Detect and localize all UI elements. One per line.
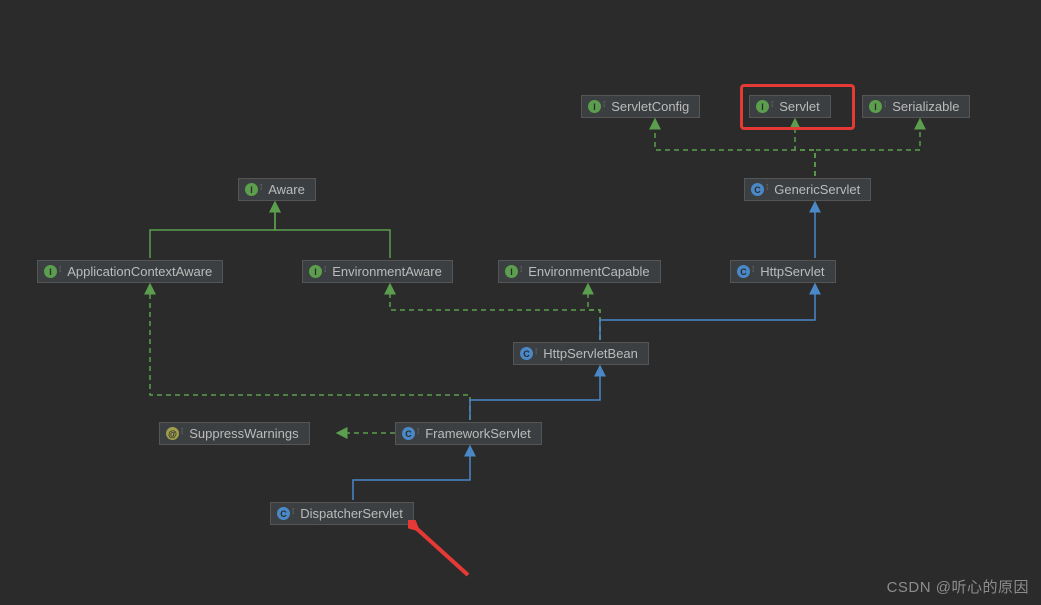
class-icon: C⁞ [277, 507, 294, 520]
node-suppresswarnings[interactable]: @⁞ SuppressWarnings [159, 422, 310, 445]
watermark: CSDN @听心的原因 [887, 576, 1029, 597]
node-frameworkservlet[interactable]: C⁞ FrameworkServlet [395, 422, 542, 445]
node-aware[interactable]: I⁞ Aware [238, 178, 316, 201]
connector-layer [0, 0, 1041, 605]
node-environmentaware[interactable]: I⁞ EnvironmentAware [302, 260, 453, 283]
node-environmentcapable[interactable]: I⁞ EnvironmentCapable [498, 260, 661, 283]
node-dispatcherservlet[interactable]: C⁞ DispatcherServlet [270, 502, 414, 525]
interface-icon: I⁞ [505, 265, 522, 278]
class-icon: C⁞ [520, 347, 537, 360]
node-label: SuppressWarnings [189, 426, 298, 441]
class-icon: C⁞ [402, 427, 419, 440]
highlight-servlet [740, 84, 855, 130]
class-icon: C⁞ [737, 265, 754, 278]
node-label: ApplicationContextAware [67, 264, 212, 279]
interface-icon: I⁞ [869, 100, 886, 113]
node-servletconfig[interactable]: I⁞ ServletConfig [581, 95, 700, 118]
node-genericservlet[interactable]: C⁞ GenericServlet [744, 178, 871, 201]
node-httpservletbean[interactable]: C⁞ HttpServletBean [513, 342, 649, 365]
interface-icon: I⁞ [245, 183, 262, 196]
node-label: FrameworkServlet [425, 426, 530, 441]
interface-icon: I⁞ [44, 265, 61, 278]
interface-icon: I⁞ [588, 100, 605, 113]
node-label: HttpServlet [760, 264, 824, 279]
red-pointer-arrow [408, 520, 478, 580]
node-label: DispatcherServlet [300, 506, 403, 521]
node-label: Serializable [892, 99, 959, 114]
node-label: ServletConfig [611, 99, 689, 114]
node-serializable[interactable]: I⁞ Serializable [862, 95, 970, 118]
diagram-canvas: I⁞ ServletConfig I⁞ Servlet I⁞ Serializa… [0, 0, 1041, 605]
interface-icon: I⁞ [309, 265, 326, 278]
node-label: GenericServlet [774, 182, 860, 197]
node-httpservlet[interactable]: C⁞ HttpServlet [730, 260, 836, 283]
node-label: HttpServletBean [543, 346, 638, 361]
node-label: EnvironmentCapable [528, 264, 649, 279]
node-label: EnvironmentAware [332, 264, 442, 279]
node-label: Aware [268, 182, 305, 197]
class-icon: C⁞ [751, 183, 768, 196]
node-applicationcontextaware[interactable]: I⁞ ApplicationContextAware [37, 260, 223, 283]
annotation-icon: @⁞ [166, 427, 183, 440]
